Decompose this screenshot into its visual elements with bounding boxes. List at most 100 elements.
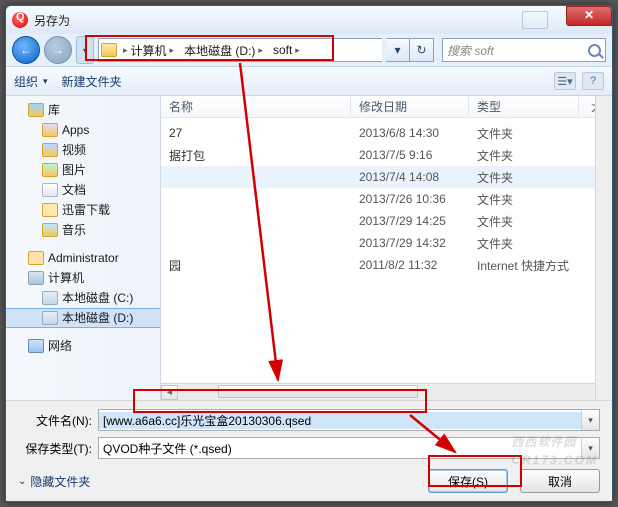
minimize-button-disabled — [522, 11, 548, 29]
refresh-button[interactable]: ↻ — [410, 38, 434, 62]
body: 库 Apps 视频 图片 文档 迅雷下载 音乐 Administrator 计算… — [6, 96, 612, 400]
save-as-dialog: 另存为 ✕ ← → ▾ ▸ 计算机 ▸ 本地磁盘 (D:) ▸ soft ▸ — [5, 5, 613, 502]
nav-row: ← → ▾ ▸ 计算机 ▸ 本地磁盘 (D:) ▸ soft ▸ ▾ ↻ 搜索 … — [6, 34, 612, 66]
search-input[interactable]: 搜索 soft — [442, 38, 606, 62]
address-bar[interactable]: ▸ 计算机 ▸ 本地磁盘 (D:) ▸ soft ▸ — [98, 38, 382, 62]
scroll-track[interactable] — [178, 385, 595, 400]
window-title: 另存为 — [34, 12, 70, 29]
filename-value: [www.a6a6.cc]乐光宝盒20130306.qsed — [99, 412, 581, 429]
search-icon — [588, 44, 601, 57]
titlebar: 另存为 ✕ — [6, 6, 612, 34]
recent-locations-button[interactable]: ▾ — [76, 36, 94, 64]
computer-icon — [28, 271, 44, 285]
forward-button[interactable]: → — [44, 36, 72, 64]
spacer — [6, 328, 160, 336]
table-row[interactable]: 272013/6/8 14:30文件夹 — [161, 122, 612, 144]
hide-folders-button[interactable]: ⌄ 隐藏文件夹 — [18, 473, 90, 490]
tree-documents[interactable]: 文档 — [6, 180, 160, 200]
tree-apps[interactable]: Apps — [6, 120, 160, 140]
toolbar: 组织 新建文件夹 ☰▾ ? — [6, 66, 612, 96]
back-button[interactable]: ← — [12, 36, 40, 64]
scroll-left-button[interactable]: ◄ — [161, 385, 178, 400]
col-type[interactable]: 类型 — [469, 96, 579, 117]
cancel-button[interactable]: 取消 — [520, 469, 600, 493]
file-pane: 名称 修改日期 类型 大小 272013/6/8 14:30文件夹据打包2013… — [161, 96, 612, 400]
chevron-right-icon: ▸ — [123, 45, 128, 56]
help-button[interactable]: ? — [582, 72, 604, 90]
drive-icon — [42, 311, 58, 325]
close-button[interactable]: ✕ — [566, 6, 612, 26]
filename-input[interactable]: [www.a6a6.cc]乐光宝盒20130306.qsed ▾ — [98, 409, 600, 431]
table-row[interactable]: 2013/7/4 14:08文件夹 — [161, 166, 612, 188]
scroll-thumb[interactable] — [218, 385, 418, 398]
tree-music[interactable]: 音乐 — [6, 220, 160, 240]
cell-type: 文件夹 — [469, 213, 579, 230]
table-row[interactable]: 园2011/8/2 11:32Internet 快捷方式 — [161, 254, 612, 276]
music-icon — [42, 223, 58, 237]
table-row[interactable]: 2013/7/29 14:32文件夹 — [161, 232, 612, 254]
spacer — [6, 240, 160, 248]
breadcrumb-seg-computer[interactable]: ▸ 计算机 ▸ — [119, 40, 178, 61]
previous-locations-button[interactable]: ▾ — [386, 38, 410, 62]
cell-date: 2013/7/26 10:36 — [351, 192, 469, 206]
table-row[interactable]: 2013/7/29 14:25文件夹 — [161, 210, 612, 232]
chevron-right-icon: ▸ — [258, 45, 263, 56]
address-actions: ▾ ↻ — [386, 38, 434, 62]
cell-type: 文件夹 — [469, 147, 579, 164]
tree-drive-d[interactable]: 本地磁盘 (D:) — [6, 308, 160, 328]
tree-administrator[interactable]: Administrator — [6, 248, 160, 268]
horizontal-scrollbar[interactable]: ◄ ► — [161, 383, 612, 400]
cell-type: 文件夹 — [469, 125, 579, 142]
cell-date: 2013/7/29 14:32 — [351, 236, 469, 250]
breadcrumb-seg-drive[interactable]: 本地磁盘 (D:) ▸ — [180, 40, 267, 61]
cell-date: 2013/7/29 14:25 — [351, 214, 469, 228]
cell-type: 文件夹 — [469, 235, 579, 252]
save-button[interactable]: 保存(S) — [428, 469, 508, 493]
breadcrumb-seg-folder[interactable]: soft ▸ — [269, 41, 304, 59]
tree-downloads[interactable]: 迅雷下载 — [6, 200, 160, 220]
video-icon — [42, 143, 58, 157]
chevron-right-icon: ▸ — [295, 45, 300, 56]
folder-icon — [42, 203, 58, 217]
breadcrumb-label: 计算机 — [131, 42, 167, 59]
cell-name: 27 — [161, 126, 351, 140]
table-row[interactable]: 2013/7/26 10:36文件夹 — [161, 188, 612, 210]
filetype-value: QVOD种子文件 (*.qsed) — [99, 440, 581, 457]
cell-name: 园 — [161, 257, 351, 274]
cell-type: 文件夹 — [469, 191, 579, 208]
apps-icon — [42, 123, 58, 137]
picture-icon — [42, 163, 58, 177]
column-headers: 名称 修改日期 类型 大小 — [161, 96, 612, 118]
view-options-button[interactable]: ☰▾ — [554, 72, 576, 90]
filetype-label: 保存类型(T): — [18, 440, 98, 457]
tree-videos[interactable]: 视频 — [6, 140, 160, 160]
tree-drive-c[interactable]: 本地磁盘 (C:) — [6, 288, 160, 308]
cell-type: 文件夹 — [469, 169, 579, 186]
filetype-select[interactable]: QVOD种子文件 (*.qsed) ▾ — [98, 437, 600, 459]
cell-date: 2013/6/8 14:30 — [351, 126, 469, 140]
new-folder-button[interactable]: 新建文件夹 — [62, 73, 122, 90]
breadcrumb-label: soft — [273, 43, 292, 57]
drive-icon — [42, 291, 58, 305]
tree-pictures[interactable]: 图片 — [6, 160, 160, 180]
breadcrumb-label: 本地磁盘 (D:) — [184, 42, 255, 59]
tree-network[interactable]: 网络 — [6, 336, 160, 356]
col-date[interactable]: 修改日期 — [351, 96, 469, 117]
col-name[interactable]: 名称 — [161, 96, 351, 117]
user-icon — [28, 251, 44, 265]
tree-computer[interactable]: 计算机 — [6, 268, 160, 288]
organize-button[interactable]: 组织 — [14, 73, 48, 90]
dropdown-icon[interactable]: ▾ — [581, 410, 599, 430]
file-list[interactable]: 272013/6/8 14:30文件夹据打包2013/7/5 9:16文件夹20… — [161, 118, 612, 383]
cell-date: 2013/7/5 9:16 — [351, 148, 469, 162]
table-row[interactable]: 据打包2013/7/5 9:16文件夹 — [161, 144, 612, 166]
tree-libraries[interactable]: 库 — [6, 100, 160, 120]
dropdown-icon[interactable]: ▾ — [581, 438, 599, 458]
cell-name: 据打包 — [161, 147, 351, 164]
chevron-right-icon: ▸ — [170, 45, 175, 56]
filename-label: 文件名(N): — [18, 412, 98, 429]
cell-date: 2011/8/2 11:32 — [351, 258, 469, 272]
sidebar: 库 Apps 视频 图片 文档 迅雷下载 音乐 Administrator 计算… — [6, 96, 161, 400]
folder-icon — [101, 43, 117, 57]
chevron-down-icon: ⌄ — [18, 476, 26, 487]
